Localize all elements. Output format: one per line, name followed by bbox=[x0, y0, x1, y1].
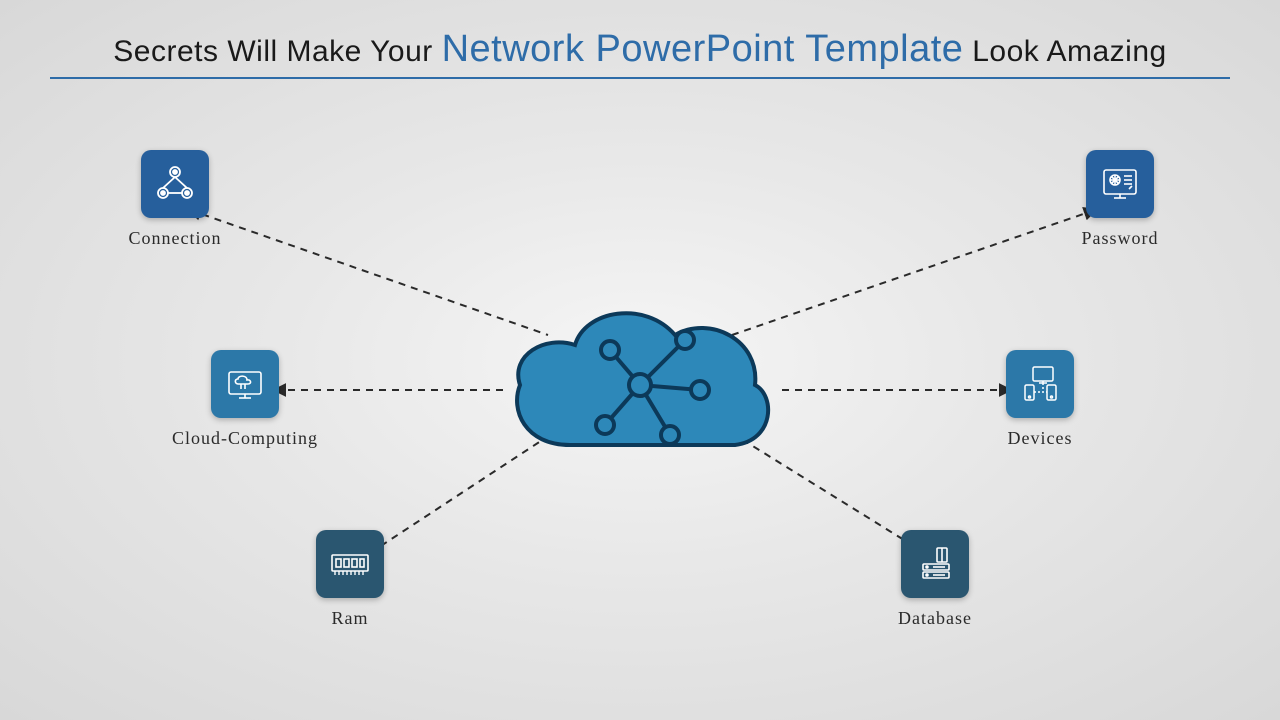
node-cloud-computing: Cloud-Computing bbox=[140, 350, 350, 449]
node-connection: Connection bbox=[85, 150, 265, 249]
ram-tile bbox=[316, 530, 384, 598]
cloud-computing-label: Cloud-Computing bbox=[140, 428, 350, 449]
ram-label: Ram bbox=[280, 608, 420, 629]
node-devices: Devices bbox=[960, 350, 1120, 449]
connection-tile bbox=[141, 150, 209, 218]
node-database: Database bbox=[850, 530, 1020, 629]
center-cloud bbox=[500, 285, 780, 475]
devices-label: Devices bbox=[960, 428, 1120, 449]
database-icon bbox=[913, 542, 957, 586]
devices-icon bbox=[1017, 361, 1063, 407]
cloud-network-icon bbox=[500, 285, 780, 475]
database-tile bbox=[901, 530, 969, 598]
cloud-computing-icon bbox=[223, 362, 267, 406]
connection-icon bbox=[154, 163, 196, 205]
database-label: Database bbox=[850, 608, 1020, 629]
diagram-stage: Connection Cloud-Computing bbox=[0, 0, 1280, 720]
node-password: Password bbox=[1040, 150, 1200, 249]
node-ram: Ram bbox=[280, 530, 420, 629]
connection-label: Connection bbox=[85, 228, 265, 249]
password-icon bbox=[1098, 162, 1142, 206]
password-tile bbox=[1086, 150, 1154, 218]
password-label: Password bbox=[1040, 228, 1200, 249]
devices-tile bbox=[1006, 350, 1074, 418]
ram-icon bbox=[327, 541, 373, 587]
cloud-computing-tile bbox=[211, 350, 279, 418]
